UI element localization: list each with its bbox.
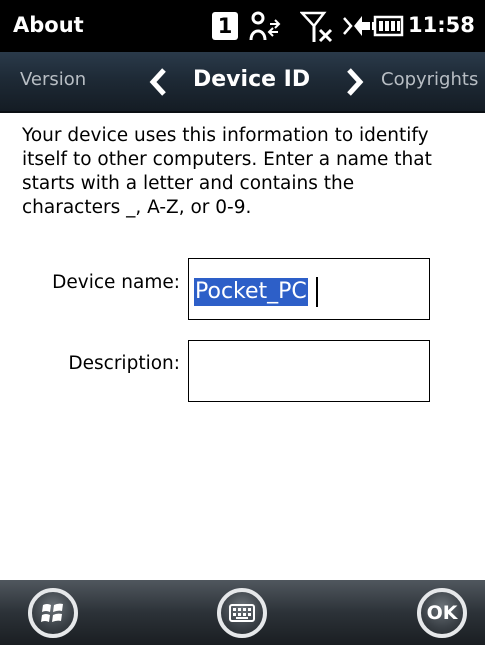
tab-bar: Version Device ID Copyrights: [0, 52, 485, 113]
device-name-field[interactable]: Pocket_PC: [188, 258, 430, 320]
status-bar: About 1 11:58: [0, 0, 485, 52]
keyboard-icon: [229, 604, 255, 622]
chevron-right-icon[interactable]: [344, 67, 366, 97]
device-name-value: Pocket_PC: [194, 278, 308, 306]
no-signal-icon[interactable]: [300, 10, 334, 44]
description-line: starts with a letter and contains the: [22, 173, 355, 194]
keyboard-button[interactable]: [217, 588, 267, 638]
info-description: Your device uses this information to ide…: [22, 124, 462, 220]
connectivity-icon[interactable]: [248, 10, 290, 42]
chevron-left-icon[interactable]: [147, 67, 169, 97]
description-line: Your device uses this information to ide…: [22, 125, 429, 146]
tab-version[interactable]: Version: [20, 69, 86, 90]
description-label: Description:: [68, 353, 180, 374]
tab-device-id: Device ID: [193, 67, 311, 92]
volume-icon[interactable]: [342, 10, 372, 42]
clock[interactable]: 11:58: [408, 13, 475, 37]
battery-icon[interactable]: [372, 10, 406, 42]
tab-copyrights[interactable]: Copyrights: [381, 69, 478, 90]
start-button[interactable]: [28, 588, 78, 638]
windows-start-icon: [41, 603, 63, 622]
ok-button[interactable]: OK: [417, 588, 467, 638]
device-name-label: Device name:: [52, 272, 180, 293]
app-title: About: [13, 13, 84, 37]
ok-label: OK: [426, 602, 458, 624]
text-caret: [316, 277, 318, 307]
description-field[interactable]: [188, 340, 430, 402]
description-line: characters _, A-Z, or 0-9.: [22, 197, 252, 218]
notification-icon[interactable]: 1: [212, 12, 238, 40]
softkey-bar: OK: [0, 580, 485, 645]
description-line: itself to other computers. Enter a name …: [22, 149, 432, 170]
